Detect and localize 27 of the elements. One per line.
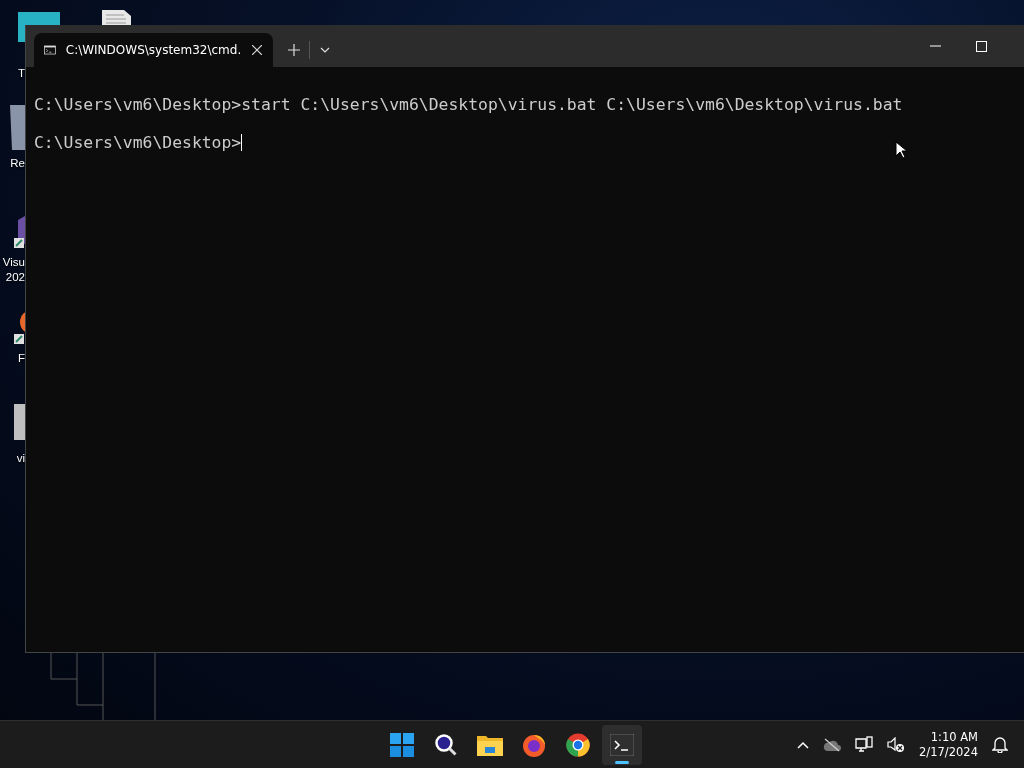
browser-icon bbox=[522, 732, 546, 757]
terminal-tab[interactable]: C:\WINDOWS\system32\cmd. bbox=[34, 33, 273, 67]
console-line: C:\Users\vm6\Desktop>start C:\Users\vm6\Desktop\virus.bat C:\Users\vm6\Desktop\virus.bat bbox=[34, 95, 903, 114]
text-cursor bbox=[241, 134, 243, 151]
search-icon bbox=[434, 732, 458, 757]
icon-label: F bbox=[16, 351, 25, 366]
mouse-pointer-icon bbox=[895, 141, 907, 159]
browser-icon bbox=[566, 732, 590, 757]
folder-icon bbox=[477, 733, 503, 756]
console-line: C:\Users\vm6\Desktop> bbox=[34, 133, 242, 152]
chevron-up-icon bbox=[797, 740, 810, 749]
icon-label: Visu bbox=[1, 255, 25, 270]
maximize-icon bbox=[975, 40, 987, 52]
icon-label: T bbox=[16, 66, 25, 81]
plus-icon bbox=[288, 44, 300, 56]
icon-label: vi bbox=[15, 451, 25, 466]
clock[interactable]: 1:10 AM 2/17/2024 bbox=[913, 729, 984, 760]
close-icon bbox=[252, 45, 263, 55]
chevron-down-icon bbox=[320, 47, 330, 53]
icon-label: Re bbox=[9, 156, 25, 171]
bin-icon bbox=[10, 105, 25, 150]
console-icon bbox=[44, 44, 56, 56]
taskbar-app-button[interactable] bbox=[602, 724, 642, 765]
windows-logo-icon bbox=[390, 732, 414, 757]
minimize-icon bbox=[929, 45, 941, 47]
terminal-icon bbox=[610, 733, 634, 756]
icon-label: 202 bbox=[4, 270, 25, 285]
